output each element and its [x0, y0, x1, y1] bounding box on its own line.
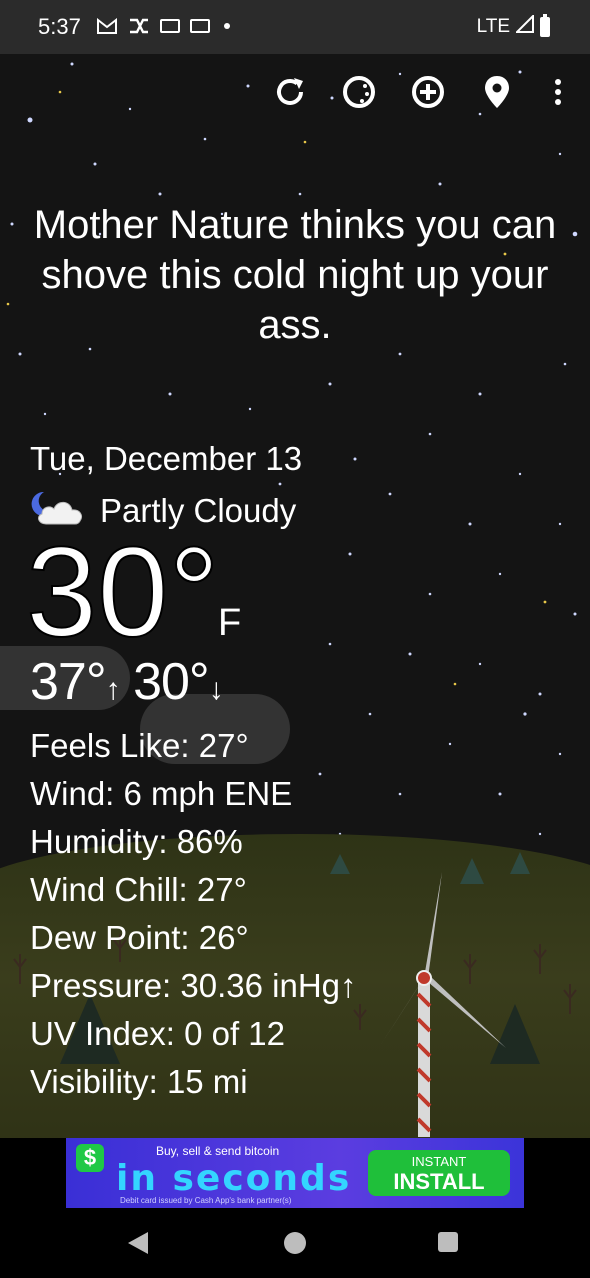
top-toolbar — [0, 72, 590, 118]
recents-icon[interactable] — [438, 1232, 458, 1252]
theme-icon[interactable] — [339, 72, 379, 112]
gmail-icon — [96, 16, 118, 36]
ad-fine-print: Debit card issued by Cash App's bank par… — [120, 1196, 292, 1205]
detail-visibility: Visibility: 15 mi — [30, 1063, 248, 1100]
add-location-icon[interactable] — [408, 72, 448, 112]
ad-headline: in seconds — [116, 1158, 352, 1199]
card-icon — [190, 19, 210, 33]
weather-details: Feels Like: 27° Wind: 6 mph ENE Humidity… — [30, 722, 357, 1106]
back-icon[interactable] — [128, 1232, 148, 1254]
status-time: 5:37 — [38, 14, 81, 39]
home-icon[interactable] — [284, 1232, 306, 1254]
high-low-temps: 37°↑ 30°↓ — [30, 652, 224, 720]
navigation-bar — [0, 1208, 590, 1278]
detail-uv-index: UV Index: 0 of 12 — [30, 1015, 286, 1052]
more-vert-icon[interactable] — [538, 72, 578, 112]
shuffle-icon — [128, 16, 150, 36]
detail-humidity: Humidity: 86% — [30, 823, 243, 860]
up-arrow-icon: ↑ — [105, 673, 121, 706]
down-arrow-icon: ↓ — [208, 673, 224, 706]
network-type: LTE — [476, 16, 510, 37]
detail-feels-like: Feels Like: 27° — [30, 727, 249, 764]
ad-top-line: Buy, sell & send bitcoin — [156, 1144, 280, 1158]
cash-app-logo: $ — [76, 1144, 104, 1172]
battery-icon — [540, 14, 550, 37]
temperature-unit: F — [218, 602, 242, 644]
detail-pressure: Pressure: 30.36 inHg↑ — [30, 967, 357, 1004]
high-temp: 37° — [30, 653, 107, 711]
more-notifications-icon — [224, 23, 230, 29]
card-icon — [160, 19, 180, 33]
current-temperature: 30° — [25, 521, 221, 664]
low-temp: 30° — [133, 653, 210, 711]
detail-wind-chill: Wind Chill: 27° — [30, 871, 247, 908]
date-label: Tue, December 13 — [30, 440, 303, 477]
ad-install-button[interactable]: INSTANT INSTALL — [368, 1150, 510, 1196]
signal-icon — [514, 13, 534, 39]
windmill — [380, 872, 506, 1137]
status-bar: 5:37 LTE — [0, 0, 590, 54]
refresh-icon[interactable] — [270, 72, 310, 112]
weather-quote: Mother Nature thinks you can shove this … — [33, 203, 557, 347]
detail-dew-point: Dew Point: 26° — [30, 919, 249, 956]
detail-wind: Wind: 6 mph ENE — [30, 775, 293, 812]
ad-banner[interactable]: $ Buy, sell & send bitcoin in seconds De… — [66, 1138, 524, 1208]
location-pin-icon[interactable] — [477, 72, 517, 112]
